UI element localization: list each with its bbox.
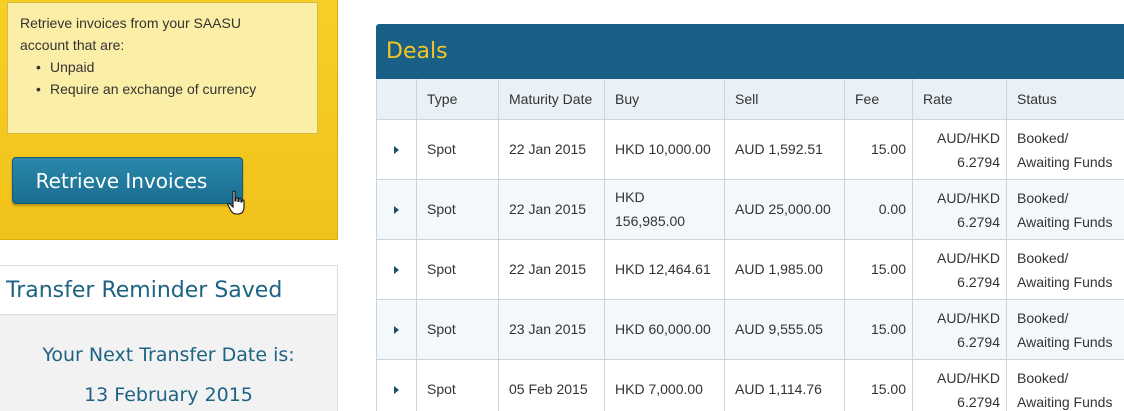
- next-transfer-label: Your Next Transfer Date is:: [42, 344, 295, 366]
- column-header-rate[interactable]: Rate: [912, 79, 1007, 120]
- column-header-status[interactable]: Status: [1006, 79, 1124, 120]
- expand-arrow-icon: [394, 326, 399, 334]
- table-header-row: Type Maturity Date Buy Sell Fee Rate Sta…: [376, 79, 1124, 120]
- deal-status: Booked/Awaiting Funds: [1006, 298, 1124, 360]
- expand-arrow-icon: [394, 146, 399, 154]
- deal-type: Spot: [416, 358, 499, 411]
- invoice-info-box: Retrieve invoices from your SAASU accoun…: [7, 2, 318, 134]
- deal-status: Booked/Awaiting Funds: [1006, 358, 1124, 411]
- retrieve-invoices-button[interactable]: Retrieve Invoices: [12, 157, 243, 204]
- deal-fee: 15.00: [844, 238, 913, 300]
- deal-rate: AUD/HKD 6.2794: [912, 298, 1007, 360]
- table-row[interactable]: Spot 22 Jan 2015 HKD 10,000.00 AUD 1,592…: [376, 118, 1124, 180]
- list-item: Require an exchange of currency: [36, 78, 305, 100]
- deal-rate: AUD/HKD 6.2794: [912, 358, 1007, 411]
- column-header-sell[interactable]: Sell: [724, 79, 845, 120]
- table-row[interactable]: Spot 22 Jan 2015 HKD 156,985.00 AUD 25,00…: [376, 178, 1124, 240]
- deal-maturity: 22 Jan 2015: [498, 238, 605, 300]
- rate-pair: AUD/HKD: [936, 369, 1000, 386]
- deal-fee: 15.00: [844, 298, 913, 360]
- status-line-2: Awaiting Funds: [1017, 153, 1113, 170]
- deal-status: Booked/Awaiting Funds: [1006, 118, 1124, 180]
- status-line-2: Awaiting Funds: [1017, 333, 1113, 350]
- criteria-list: Unpaid Require an exchange of currency: [20, 56, 305, 100]
- status-line-2: Awaiting Funds: [1017, 213, 1113, 230]
- rate-pair: AUD/HKD: [936, 249, 1000, 266]
- deals-table: Type Maturity Date Buy Sell Fee Rate Sta…: [376, 79, 1124, 411]
- deal-fee: 15.00: [844, 118, 913, 180]
- deal-maturity: 22 Jan 2015: [498, 118, 605, 180]
- expand-arrow-icon: [394, 206, 399, 214]
- rate-value: 6.2794: [957, 273, 1000, 290]
- rate-value: 6.2794: [957, 153, 1000, 170]
- deal-type: Spot: [416, 178, 499, 240]
- rate-value: 6.2794: [957, 393, 1000, 410]
- expand-row-button[interactable]: [376, 298, 417, 360]
- column-header-buy[interactable]: Buy: [604, 79, 725, 120]
- deal-type: Spot: [416, 118, 499, 180]
- table-row[interactable]: Spot 23 Jan 2015 HKD 60,000.00 AUD 9,555…: [376, 298, 1124, 360]
- deal-fee: 0.00: [844, 178, 913, 240]
- deal-sell: AUD 9,555.05: [724, 298, 845, 360]
- deal-buy: HKD 10,000.00: [604, 118, 725, 180]
- status-line-1: Booked/: [1017, 129, 1069, 146]
- deal-buy: HKD 60,000.00: [604, 298, 725, 360]
- reminder-title: Transfer Reminder Saved: [0, 266, 337, 315]
- deal-sell: AUD 1,114.76: [724, 358, 845, 411]
- next-transfer-date: 13 February 2015: [84, 384, 253, 406]
- expand-row-button[interactable]: [376, 178, 417, 240]
- transfer-reminder-panel: Transfer Reminder Saved Your Next Transf…: [0, 265, 338, 411]
- status-line-1: Booked/: [1017, 249, 1069, 266]
- table-row[interactable]: Spot 22 Jan 2015 HKD 12,464.61 AUD 1,985…: [376, 238, 1124, 300]
- deal-rate: AUD/HKD 6.2794: [912, 238, 1007, 300]
- intro-line-2: account that are:: [20, 37, 125, 53]
- buy-amount: 156,985.00: [615, 213, 686, 229]
- deal-sell: AUD 1,985.00: [724, 238, 845, 300]
- column-header-type[interactable]: Type: [416, 79, 499, 120]
- status-line-2: Awaiting Funds: [1017, 393, 1113, 410]
- deal-buy: HKD 12,464.61: [604, 238, 725, 300]
- column-header-expand: [376, 79, 417, 120]
- deal-type: Spot: [416, 298, 499, 360]
- status-line-1: Booked/: [1017, 369, 1069, 386]
- rate-value: 6.2794: [957, 333, 1000, 350]
- deal-status: Booked/Awaiting Funds: [1006, 238, 1124, 300]
- deal-rate: AUD/HKD 6.2794: [912, 118, 1007, 180]
- expand-row-button[interactable]: [376, 238, 417, 300]
- column-header-fee[interactable]: Fee: [844, 79, 913, 120]
- deal-sell: AUD 1,592.51: [724, 118, 845, 180]
- deal-status: Booked/Awaiting Funds: [1006, 178, 1124, 240]
- deal-buy: HKD 7,000.00: [604, 358, 725, 411]
- status-line-1: Booked/: [1017, 309, 1069, 326]
- list-item: Unpaid: [36, 56, 305, 78]
- expand-arrow-icon: [394, 386, 399, 394]
- deal-type: Spot: [416, 238, 499, 300]
- rate-pair: AUD/HKD: [936, 129, 1000, 146]
- deal-maturity: 23 Jan 2015: [498, 298, 605, 360]
- deal-maturity: 05 Feb 2015: [498, 358, 605, 411]
- deal-fee: 15.00: [844, 358, 913, 411]
- rate-pair: AUD/HKD: [936, 309, 1000, 326]
- deal-sell: AUD 25,000.00: [724, 178, 845, 240]
- intro-line-1: Retrieve invoices from your SAASU: [20, 15, 241, 31]
- hand-cursor-icon: [227, 190, 245, 215]
- deal-rate: AUD/HKD 6.2794: [912, 178, 1007, 240]
- status-line-2: Awaiting Funds: [1017, 273, 1113, 290]
- deals-panel: Deals Type Maturity Date Buy Sell Fee Ra…: [376, 24, 1124, 411]
- deal-buy: HKD 156,985.00: [604, 178, 725, 240]
- buy-currency: HKD: [615, 189, 645, 205]
- expand-row-button[interactable]: [376, 358, 417, 411]
- reminder-body: Your Next Transfer Date is: 13 February …: [0, 315, 337, 411]
- status-line-1: Booked/: [1017, 189, 1069, 206]
- column-header-maturity-date[interactable]: Maturity Date: [498, 79, 605, 120]
- expand-arrow-icon: [394, 266, 399, 274]
- expand-row-button[interactable]: [376, 118, 417, 180]
- deal-maturity: 22 Jan 2015: [498, 178, 605, 240]
- rate-value: 6.2794: [957, 213, 1000, 230]
- retrieve-invoices-panel: Retrieve invoices from your SAASU accoun…: [0, 0, 338, 240]
- rate-pair: AUD/HKD: [936, 189, 1000, 206]
- deals-title: Deals: [376, 24, 1124, 79]
- table-row[interactable]: Spot 05 Feb 2015 HKD 7,000.00 AUD 1,114.…: [376, 358, 1124, 411]
